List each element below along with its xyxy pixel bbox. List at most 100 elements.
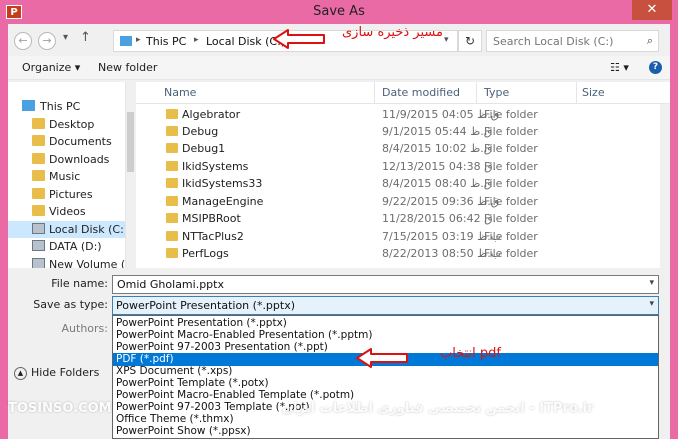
- table-row[interactable]: PerfLogs 8/22/2013 08:50 ب.ظ File folder: [136, 245, 670, 262]
- new-folder-button[interactable]: New folder: [98, 61, 157, 74]
- column-header-date[interactable]: Date modified: [382, 86, 460, 99]
- table-row[interactable]: Debug1 8/4/2015 10:02 ق.ظ File folder: [136, 140, 670, 157]
- file-name: Algebrator: [182, 108, 241, 121]
- forward-arrow-icon[interactable]: →: [38, 32, 56, 50]
- sidebar-item-label: Videos: [49, 205, 86, 218]
- address-row: ← → ▾ ↑ ▸ This PC ▸ Local Disk (C:) ▸ ▾ …: [8, 24, 670, 56]
- disk-icon: [32, 258, 45, 268]
- scrollbar-thumb[interactable]: [127, 112, 134, 172]
- search-icon[interactable]: ⌕: [647, 34, 653, 48]
- recent-chevron-icon[interactable]: ▾: [63, 32, 68, 43]
- save-type-select[interactable]: PowerPoint Presentation (*.pptx) ▾: [112, 296, 659, 315]
- up-arrow-icon[interactable]: ↑: [80, 30, 91, 45]
- table-row[interactable]: IkidSystems 12/13/2015 04:38 ق. File fol…: [136, 158, 670, 175]
- navigation-scrollbar[interactable]: [126, 82, 135, 268]
- authors-label: Authors:: [61, 322, 108, 335]
- sidebar-item-label: New Volume (E:): [49, 258, 126, 268]
- column-header-name[interactable]: Name: [164, 86, 196, 99]
- file-date: 9/22/2015 09:36 ق.ظ: [382, 195, 500, 208]
- sidebar-item-local-disk-c[interactable]: Local Disk (C:): [8, 221, 126, 238]
- hide-folders-label: Hide Folders: [31, 366, 100, 379]
- file-type: File folder: [484, 177, 538, 190]
- folder-icon: [166, 161, 178, 171]
- sidebar-item-label: Desktop: [49, 118, 95, 131]
- folder-icon: [32, 118, 45, 129]
- path-arrow-icon: [273, 29, 325, 49]
- hide-folders-button[interactable]: ▲ Hide Folders: [14, 366, 99, 380]
- file-type: File folder: [484, 108, 538, 121]
- column-header-row: Name Date modified Type Size: [136, 82, 670, 104]
- sidebar-item-label: DATA (D:): [49, 240, 102, 253]
- file-name: PerfLogs: [182, 247, 229, 260]
- sidebar-item-label: Local Disk (C:): [49, 223, 126, 236]
- folder-icon: [32, 188, 45, 199]
- dropdown-option[interactable]: PowerPoint Show (*.ppsx): [113, 425, 658, 438]
- address-dropdown-icon[interactable]: ▾: [444, 35, 449, 45]
- sidebar-item-videos[interactable]: Videos: [8, 203, 125, 220]
- sidebar-item-pictures[interactable]: Pictures: [8, 186, 125, 203]
- sidebar-item-data-d[interactable]: DATA (D:): [8, 238, 125, 255]
- folder-icon: [166, 248, 178, 258]
- view-options-button[interactable]: ☷ ▾: [610, 61, 629, 74]
- watermark: TOSINSO.COM انجمن تخصصی فناوری اطلاعات ا…: [0, 399, 678, 421]
- pc-icon: [22, 100, 35, 111]
- save-as-window: P Save As ✕ ← → ▾ ↑ ▸ This PC ▸ Local Di…: [0, 0, 678, 439]
- file-type: File folder: [484, 195, 538, 208]
- table-row[interactable]: MSIPBRoot 11/28/2015 06:42 ق. File folde…: [136, 210, 670, 227]
- navigation-pane: This PC Desktop Documents Downloads Musi…: [8, 82, 126, 268]
- file-name: IkidSystems33: [182, 177, 263, 190]
- file-type: File folder: [484, 230, 538, 243]
- sidebar-item-new-volume-e[interactable]: New Volume (E:): [8, 256, 126, 268]
- file-date: 8/4/2015 08:40 ق.ظ: [382, 177, 493, 190]
- file-name-field[interactable]: ▾: [112, 275, 659, 294]
- file-type: File folder: [484, 160, 538, 173]
- file-date: 12/13/2015 04:38 ق.: [382, 160, 497, 173]
- pdf-annotation: انتخاب pdf: [440, 346, 501, 361]
- dialog-body: ← → ▾ ↑ ▸ This PC ▸ Local Disk (C:) ▸ ▾ …: [8, 24, 670, 439]
- file-type: File folder: [484, 212, 538, 225]
- close-button[interactable]: ✕: [632, 0, 672, 20]
- file-name: IkidSystems: [182, 160, 249, 173]
- column-divider[interactable]: [374, 82, 375, 104]
- table-row[interactable]: Debug 9/1/2015 05:44 ق.ظ File folder: [136, 123, 670, 140]
- search-box[interactable]: ⌕: [486, 30, 659, 52]
- file-name: Debug1: [182, 142, 226, 155]
- window-title: Save As: [313, 4, 365, 19]
- refresh-icon[interactable]: ↻: [458, 30, 482, 52]
- table-row[interactable]: ManageEngine 9/22/2015 09:36 ق.ظ File fo…: [136, 193, 670, 210]
- sidebar-item-label: Music: [49, 170, 81, 183]
- table-row[interactable]: Algebrator 11/9/2015 04:05 ق.ظ File fold…: [136, 106, 670, 123]
- sidebar-item-desktop[interactable]: Desktop: [8, 116, 125, 133]
- file-date: 11/28/2015 06:42 ق.: [382, 212, 497, 225]
- sidebar-item-music[interactable]: Music: [8, 168, 125, 185]
- sidebar-item-downloads[interactable]: Downloads: [8, 151, 125, 168]
- help-icon[interactable]: ?: [649, 61, 662, 74]
- table-row[interactable]: IkidSystems33 8/4/2015 08:40 ق.ظ File fo…: [136, 175, 670, 192]
- sidebar-item-this-pc[interactable]: This PC: [8, 98, 125, 115]
- folder-icon: [32, 153, 45, 164]
- chevron-down-icon[interactable]: ▾: [649, 278, 654, 288]
- breadcrumb-separator-icon[interactable]: ▸: [194, 35, 199, 45]
- search-input[interactable]: [487, 31, 637, 51]
- back-arrow-icon[interactable]: ←: [14, 32, 32, 50]
- organize-button[interactable]: Organize ▾: [22, 61, 80, 74]
- save-type-label: Save as type:: [33, 298, 108, 311]
- folder-icon: [166, 213, 178, 223]
- breadcrumb-separator-icon[interactable]: ▸: [136, 35, 141, 45]
- column-header-size[interactable]: Size: [582, 86, 605, 99]
- file-name-input[interactable]: [113, 276, 633, 293]
- watermark-left: TOSINSO.COM: [8, 401, 112, 416]
- watermark-right: انجمن تخصصی فناوری اطلاعات ایران - ITPro…: [282, 401, 594, 416]
- sidebar-item-documents[interactable]: Documents: [8, 133, 125, 150]
- sidebar-item-label: Documents: [49, 135, 112, 148]
- breadcrumb-this-pc[interactable]: This PC: [146, 35, 186, 48]
- column-divider[interactable]: [476, 82, 477, 104]
- file-type: File folder: [484, 142, 538, 155]
- file-date: 8/4/2015 10:02 ق.ظ: [382, 142, 493, 155]
- column-divider[interactable]: [576, 82, 577, 104]
- file-list-scrollbar[interactable]: [660, 104, 670, 268]
- column-header-type[interactable]: Type: [484, 86, 509, 99]
- chevron-down-icon[interactable]: ▾: [649, 299, 654, 309]
- table-row[interactable]: NTTacPlus2 7/15/2015 03:19 ب.ظ File fold…: [136, 228, 670, 245]
- file-type: File folder: [484, 247, 538, 260]
